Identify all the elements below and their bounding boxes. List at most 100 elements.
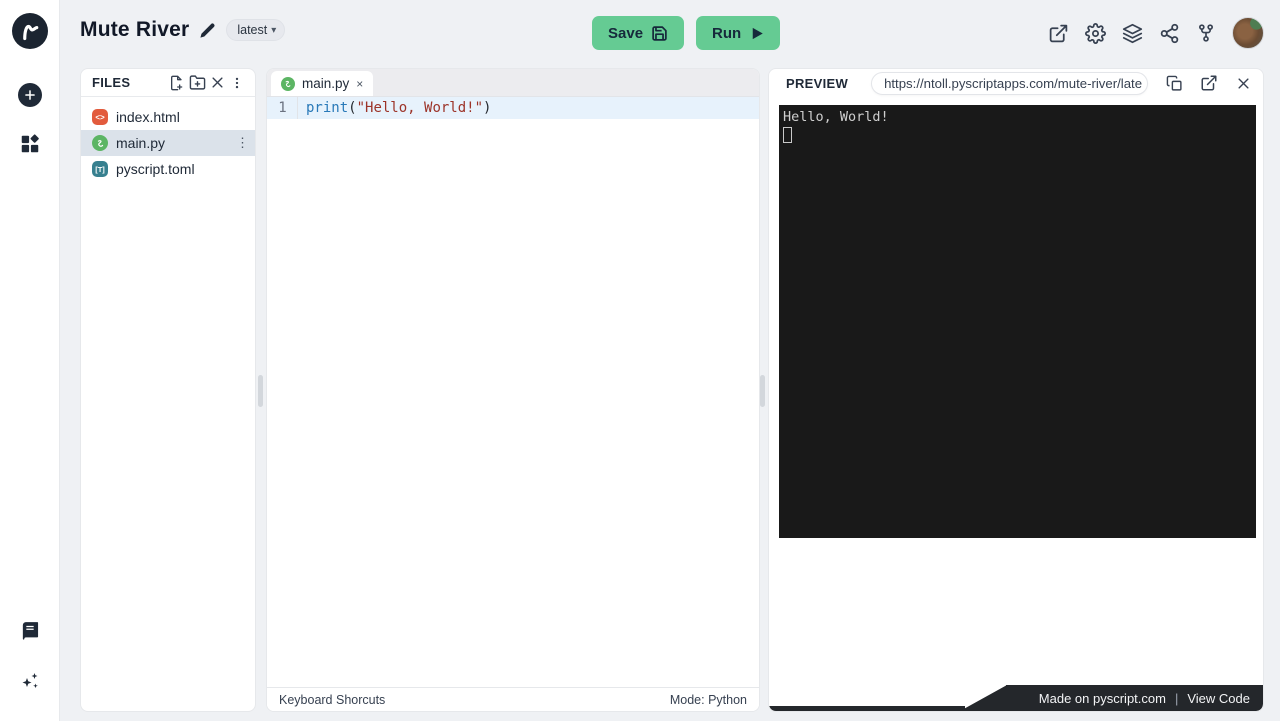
files-panel-header: FILES — [81, 69, 255, 97]
token-keyword: print — [306, 100, 348, 116]
line-number: 1 — [267, 97, 298, 119]
dashboard-button[interactable] — [19, 133, 41, 155]
preview-title: PREVIEW — [786, 76, 848, 91]
header-icon-group — [1047, 17, 1264, 49]
version-label: latest — [237, 23, 267, 37]
edit-title-button[interactable] — [199, 22, 216, 39]
tab-close-button[interactable]: × — [356, 77, 363, 91]
close-preview-button[interactable] — [1235, 73, 1253, 93]
version-dropdown[interactable]: latest ▾ — [226, 19, 285, 41]
terminal-cursor — [783, 127, 792, 143]
pencil-icon — [199, 22, 216, 39]
html-file-icon: <> — [92, 109, 108, 125]
external-link-icon — [1200, 74, 1218, 92]
share-icon — [1159, 23, 1180, 44]
pyscript-ribbon: Made on pyscript.com | View Code — [769, 684, 1263, 711]
save-floppy-icon — [651, 25, 668, 42]
plus-icon — [23, 88, 37, 102]
gear-icon — [1085, 23, 1106, 44]
share-button[interactable] — [1158, 22, 1180, 44]
ribbon-badge: Made on pyscript.com | View Code — [1006, 685, 1263, 711]
open-preview-button[interactable] — [1200, 73, 1218, 93]
user-avatar[interactable] — [1232, 17, 1264, 49]
file-row-index-html[interactable]: <> index.html — [81, 104, 255, 130]
docs-button[interactable] — [19, 621, 41, 643]
run-play-icon — [749, 26, 764, 41]
files-panel: FILES <> index.html — [80, 68, 256, 712]
editor-mode-label: Mode: Python — [670, 693, 747, 707]
open-app-button[interactable] — [1047, 22, 1069, 44]
toml-file-icon: [T] — [92, 161, 108, 177]
ribbon-divider: | — [1175, 691, 1178, 706]
x-icon — [210, 75, 225, 90]
delete-file-button[interactable] — [207, 73, 227, 93]
token-string: "Hello, World!" — [357, 100, 483, 116]
preview-header: PREVIEW https://ntoll.pyscriptapps.com/m… — [769, 69, 1263, 97]
close-icon — [1236, 76, 1251, 91]
tab-label: main.py — [302, 76, 349, 91]
editor-panel: main.py × 1 print("Hello, World!") Keybo… — [266, 68, 760, 712]
layers-icon — [1122, 23, 1143, 44]
chevron-down-icon: ▾ — [271, 25, 276, 36]
python-swirl — [95, 138, 106, 149]
code-text: print("Hello, World!") — [298, 97, 491, 119]
new-folder-icon — [189, 74, 206, 91]
action-buttons: Save Run — [592, 16, 780, 50]
top-header: Mute River latest ▾ Save Run — [60, 0, 1280, 66]
file-list: <> index.html main.py ⋮ [T] pyscript.tom… — [81, 97, 255, 182]
file-menu-button[interactable]: ⋮ — [236, 135, 249, 151]
external-link-icon — [1048, 23, 1069, 44]
preview-panel: PREVIEW https://ntoll.pyscriptapps.com/m… — [768, 68, 1264, 712]
keyboard-shortcuts-link[interactable]: Keyboard Shorcuts — [279, 693, 385, 707]
copy-url-button[interactable] — [1165, 73, 1183, 93]
pyscript-logo-mark — [18, 19, 42, 43]
file-name: main.py — [116, 135, 165, 151]
new-file-icon — [169, 75, 185, 91]
resize-handle-left[interactable] — [258, 375, 263, 407]
kebab-icon — [230, 76, 244, 90]
code-line-1: 1 print("Hello, World!") — [267, 97, 759, 119]
file-name: pyscript.toml — [116, 161, 195, 177]
token-paren: ) — [483, 100, 491, 116]
tab-main-py[interactable]: main.py × — [271, 71, 373, 96]
editor-statusbar: Keyboard Shorcuts Mode: Python — [267, 687, 759, 711]
project-title: Mute River — [80, 18, 189, 42]
apps-grid-icon — [19, 133, 41, 155]
made-on-label: Made on pyscript.com — [1039, 691, 1166, 706]
preview-url-field[interactable]: https://ntoll.pyscriptapps.com/mute-rive… — [871, 72, 1148, 95]
python-file-icon — [92, 135, 108, 151]
new-project-button[interactable] — [18, 83, 42, 107]
ribbon-ramp — [959, 685, 1007, 711]
project-title-group: Mute River latest ▾ — [80, 18, 285, 42]
git-fork-icon — [1196, 23, 1216, 43]
fork-button[interactable] — [1195, 22, 1217, 44]
versions-button[interactable] — [1121, 22, 1143, 44]
files-menu-button[interactable] — [227, 73, 247, 93]
new-folder-button[interactable] — [187, 73, 207, 93]
new-file-button[interactable] — [167, 73, 187, 93]
view-code-link[interactable]: View Code — [1187, 691, 1250, 706]
python-swirl — [283, 79, 293, 89]
terminal-output-line: Hello, World! — [783, 108, 1252, 127]
preview-terminal[interactable]: Hello, World! — [779, 105, 1256, 538]
save-button[interactable]: Save — [592, 16, 684, 50]
run-button[interactable]: Run — [696, 16, 780, 50]
python-file-icon — [281, 77, 295, 91]
file-row-pyscript-toml[interactable]: [T] pyscript.toml — [81, 156, 255, 182]
resize-handle-right[interactable] — [760, 375, 765, 407]
pyscript-logo[interactable] — [12, 13, 48, 49]
ai-assistant-button[interactable] — [18, 669, 42, 693]
token-paren: ( — [348, 100, 356, 116]
editor-tabbar: main.py × — [267, 69, 759, 97]
file-row-main-py[interactable]: main.py ⋮ — [81, 130, 255, 156]
copy-icon — [1166, 75, 1183, 92]
save-button-label: Save — [608, 25, 643, 42]
code-editor[interactable]: 1 print("Hello, World!") — [267, 97, 759, 119]
book-icon — [19, 621, 41, 643]
left-rail — [0, 0, 60, 721]
ribbon-strip — [769, 706, 965, 711]
sparkles-icon — [18, 669, 42, 693]
file-name: index.html — [116, 109, 180, 125]
settings-button[interactable] — [1084, 22, 1106, 44]
files-panel-title: FILES — [92, 75, 167, 90]
